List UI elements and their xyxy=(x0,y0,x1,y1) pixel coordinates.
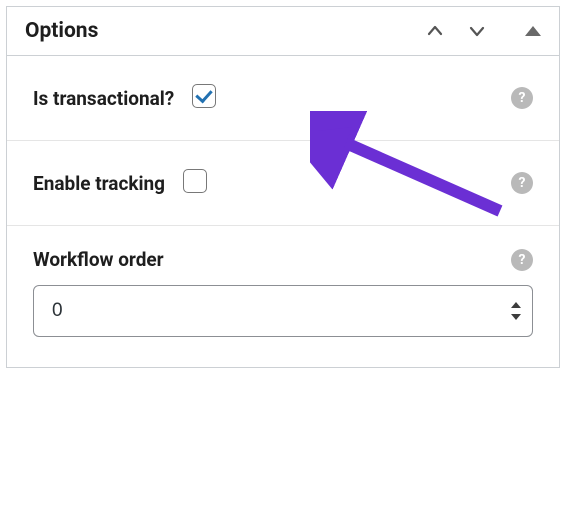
transactional-checkbox[interactable] xyxy=(192,84,216,108)
help-icon[interactable]: ? xyxy=(511,172,533,194)
help-icon[interactable]: ? xyxy=(511,87,533,109)
chevron-down-icon xyxy=(467,21,487,41)
option-row-tracking: Enable tracking ? xyxy=(7,141,559,226)
help-icon[interactable]: ? xyxy=(511,249,533,271)
workflow-input-wrap xyxy=(33,285,533,337)
header-controls xyxy=(423,19,541,43)
transactional-label: Is transactional? xyxy=(33,87,174,110)
chevron-up-icon xyxy=(425,21,445,41)
option-row-workflow: Workflow order ? xyxy=(7,226,559,367)
workflow-header: Workflow order ? xyxy=(33,248,533,271)
move-up-button[interactable] xyxy=(423,19,447,43)
panel-header: Options xyxy=(7,7,559,56)
workflow-order-input[interactable] xyxy=(33,285,533,337)
step-up-button[interactable] xyxy=(509,299,523,311)
chevron-down-icon xyxy=(511,314,521,320)
option-row-transactional: Is transactional? ? xyxy=(7,56,559,141)
chevron-up-icon xyxy=(511,302,521,308)
workflow-label: Workflow order xyxy=(33,248,164,271)
panel-title: Options xyxy=(25,19,423,43)
options-panel: Options Is transactional? ? Enable track… xyxy=(6,6,560,368)
tracking-checkbox[interactable] xyxy=(183,169,207,193)
tracking-label: Enable tracking xyxy=(33,172,165,195)
number-stepper xyxy=(509,299,523,323)
move-down-button[interactable] xyxy=(465,19,489,43)
collapse-toggle[interactable] xyxy=(525,26,541,36)
step-down-button[interactable] xyxy=(509,311,523,323)
